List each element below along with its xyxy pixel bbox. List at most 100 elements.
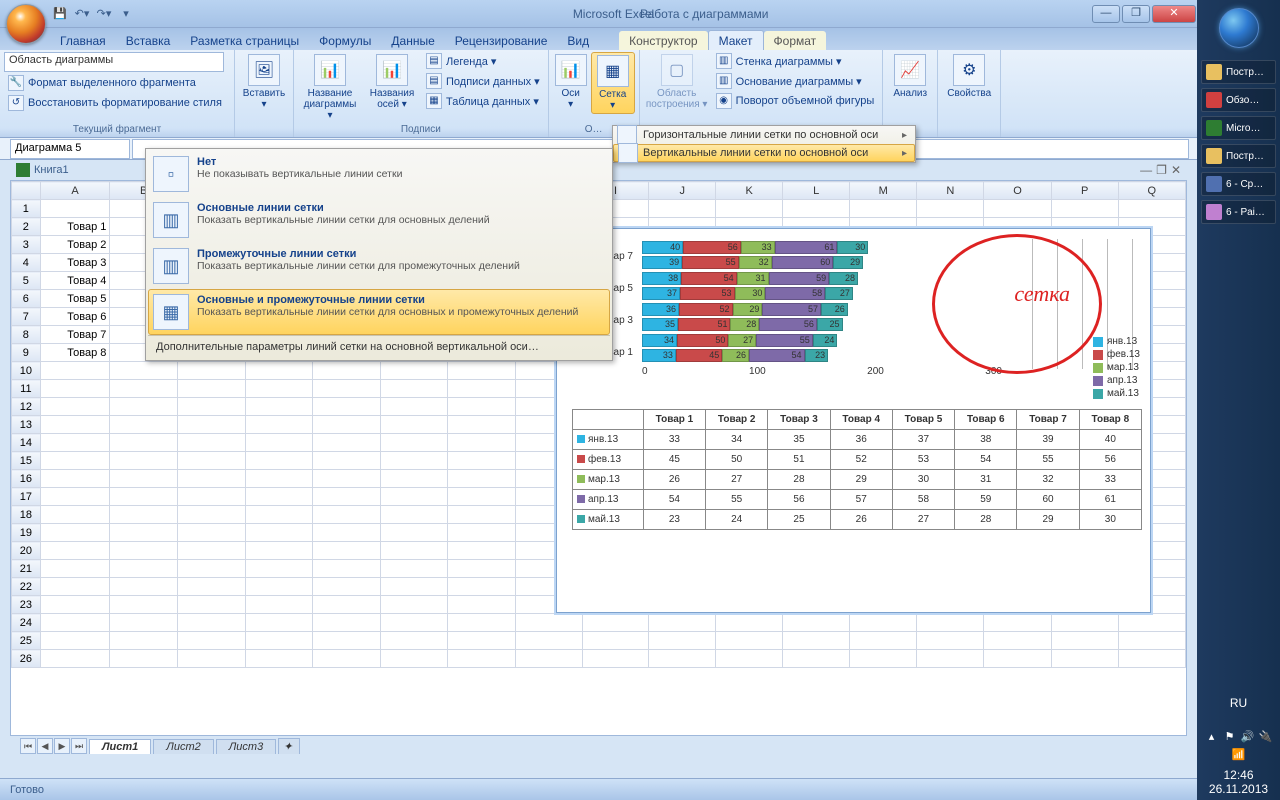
system-tray: RU ▴ ⚑ 🔊 🔌 📶 12:46 26.11.2013 bbox=[1197, 692, 1280, 800]
close-button[interactable]: ✕ bbox=[1152, 5, 1196, 23]
tab-layout[interactable]: Макет bbox=[708, 30, 764, 50]
redo-icon[interactable]: ↷▾ bbox=[94, 5, 114, 23]
axes-button[interactable]: 📊Оси▾ bbox=[553, 52, 589, 112]
undo-icon[interactable]: ↶▾ bbox=[72, 5, 92, 23]
floor-icon: ▥ bbox=[716, 73, 732, 89]
plot-area-icon: ▢ bbox=[661, 54, 693, 86]
legend-icon: ▤ bbox=[426, 53, 442, 69]
insert-button[interactable]: 🖼Вставить▾ bbox=[239, 52, 289, 112]
chart-floor-button[interactable]: ▥Основание диаграммы ▾ bbox=[712, 72, 879, 90]
sheet-nav-next[interactable]: ▶ bbox=[54, 738, 70, 754]
gridlines-button[interactable]: ▦Сетка▾ bbox=[591, 52, 635, 114]
save-icon[interactable]: 💾 bbox=[50, 5, 70, 23]
sheet-tab-3[interactable]: Лист3 bbox=[216, 739, 276, 754]
office-button[interactable] bbox=[6, 4, 46, 44]
ribbon-tabs: Главная Вставка Разметка страницы Формул… bbox=[0, 28, 1197, 50]
sheet-tab-2[interactable]: Лист2 bbox=[153, 739, 213, 754]
start-button[interactable] bbox=[1219, 8, 1259, 48]
chart-wall-button[interactable]: ▥Стенка диаграммы ▾ bbox=[712, 52, 879, 70]
properties-button[interactable]: ⚙Свойства bbox=[942, 52, 996, 101]
data-table-button[interactable]: ▦Таблица данных ▾ bbox=[422, 92, 544, 110]
format-selection-button[interactable]: 🔧Формат выделенного фрагмента bbox=[4, 74, 200, 92]
axes-icon: 📊 bbox=[555, 54, 587, 86]
reset-icon: ↺ bbox=[8, 95, 24, 111]
vertical-gridlines-submenu: ▫НетНе показывать вертикальные линии сет… bbox=[145, 148, 613, 361]
vgrid-major-icon: ▥ bbox=[153, 202, 189, 238]
data-table-icon: ▦ bbox=[426, 93, 442, 109]
taskbar-item[interactable]: Постр… bbox=[1201, 144, 1276, 168]
analysis-icon: 📈 bbox=[894, 54, 926, 86]
workbook-icon bbox=[16, 163, 30, 177]
wb-close[interactable]: ✕ bbox=[1171, 163, 1181, 177]
vgrid-none-icon: ▫ bbox=[153, 156, 189, 192]
group-current-fragment: Текущий фрагмент bbox=[4, 123, 230, 137]
window-controls: — ❐ ✕ bbox=[1091, 5, 1197, 23]
wb-restore[interactable]: ❐ bbox=[1156, 163, 1167, 177]
sheet-tab-new[interactable]: ✦ bbox=[278, 738, 300, 754]
vgrid-minor-icon: ▥ bbox=[153, 248, 189, 284]
insert-icon: 🖼 bbox=[248, 54, 280, 86]
annotation-text: сетка bbox=[1014, 281, 1070, 307]
gridlines-icon: ▦ bbox=[597, 55, 629, 87]
chart-title-icon: 📊 bbox=[314, 54, 346, 86]
language-indicator[interactable]: RU bbox=[1230, 696, 1247, 710]
sheet-nav-prev[interactable]: ◀ bbox=[37, 738, 53, 754]
context-title: Работа с диаграммами bbox=[640, 7, 769, 21]
reset-style-button[interactable]: ↺Восстановить форматирование стиля bbox=[4, 94, 226, 112]
tray-network-icon[interactable]: 📶 bbox=[1232, 748, 1246, 762]
name-box[interactable]: Диаграмма 5 bbox=[10, 139, 130, 159]
taskbar-item[interactable]: Обзо… bbox=[1201, 88, 1276, 112]
vgrid-more-options[interactable]: Дополнительные параметры линий сетки на … bbox=[148, 335, 610, 358]
rotation-icon: ◉ bbox=[716, 93, 732, 109]
tab-data[interactable]: Данные bbox=[381, 31, 444, 50]
group-captions: Подписи bbox=[298, 123, 544, 137]
taskbar-item[interactable]: 6 - Ср… bbox=[1201, 172, 1276, 196]
tray-flag-icon[interactable]: ⚑ bbox=[1223, 730, 1237, 744]
axis-titles-button[interactable]: 📊Названия осей ▾ bbox=[364, 52, 420, 112]
chart-title-button[interactable]: 📊Название диаграммы ▾ bbox=[298, 52, 362, 123]
ribbon: Область диаграммы 🔧Формат выделенного фр… bbox=[0, 50, 1197, 138]
gridlines-horizontal-item[interactable]: Горизонтальные линии сетки по основной о… bbox=[613, 126, 915, 144]
gridlines-menu: Горизонтальные линии сетки по основной о… bbox=[612, 125, 916, 163]
plot-area-button: ▢Область построения ▾ bbox=[644, 52, 710, 112]
taskbar-item[interactable]: Micro… bbox=[1201, 116, 1276, 140]
tab-formulas[interactable]: Формулы bbox=[309, 31, 381, 50]
vgrid-both[interactable]: ▦Основные и промежуточные линии сеткиПок… bbox=[148, 289, 610, 335]
tab-format[interactable]: Формат bbox=[764, 31, 827, 50]
tab-review[interactable]: Рецензирование bbox=[445, 31, 558, 50]
taskbar-item[interactable]: Постр… bbox=[1201, 60, 1276, 84]
data-labels-icon: ▤ bbox=[426, 73, 442, 89]
legend-button[interactable]: ▤Легенда ▾ bbox=[422, 52, 544, 70]
format-icon: 🔧 bbox=[8, 75, 24, 91]
app-title: Microsoft Excel bbox=[136, 7, 1091, 21]
tab-view[interactable]: Вид bbox=[557, 31, 599, 50]
minimize-button[interactable]: — bbox=[1092, 5, 1120, 23]
tab-design[interactable]: Конструктор bbox=[619, 31, 707, 50]
clock[interactable]: 12:46 26.11.2013 bbox=[1201, 768, 1276, 796]
qat-more-icon[interactable]: ▾ bbox=[116, 5, 136, 23]
tray-arrow-icon[interactable]: ▴ bbox=[1205, 730, 1219, 744]
sheet-nav-last[interactable]: ⏭ bbox=[71, 738, 87, 754]
vgrid-minor[interactable]: ▥Промежуточные линии сеткиПоказать верти… bbox=[148, 243, 610, 289]
restore-button[interactable]: ❐ bbox=[1122, 5, 1150, 23]
taskbar-item[interactable]: 6 - Pai… bbox=[1201, 200, 1276, 224]
tray-power-icon[interactable]: 🔌 bbox=[1259, 730, 1273, 744]
data-labels-button[interactable]: ▤Подписи данных ▾ bbox=[422, 72, 544, 90]
chart-element-selector[interactable]: Область диаграммы bbox=[4, 52, 224, 72]
wb-minimize[interactable]: — bbox=[1140, 163, 1152, 177]
sheet-tab-1[interactable]: Лист1 bbox=[89, 739, 151, 754]
chart-legend: янв.13фев.13мар.13апр.13май.13 bbox=[1093, 334, 1140, 401]
tab-page-layout[interactable]: Разметка страницы bbox=[180, 31, 309, 50]
status-bar: Готово bbox=[0, 778, 1197, 800]
tray-volume-icon[interactable]: 🔊 bbox=[1241, 730, 1255, 744]
sheet-nav-first[interactable]: ⏮ bbox=[20, 738, 36, 754]
3d-rotation-button[interactable]: ◉Поворот объемной фигуры bbox=[712, 92, 879, 110]
chart-object[interactable]: Товар 7Товар 5Товар 3Товар 1 40563361303… bbox=[556, 228, 1151, 613]
tab-home[interactable]: Главная bbox=[50, 31, 116, 50]
vgrid-major[interactable]: ▥Основные линии сеткиПоказать вертикальн… bbox=[148, 197, 610, 243]
vgrid-none[interactable]: ▫НетНе показывать вертикальные линии сет… bbox=[148, 151, 610, 197]
analysis-button[interactable]: 📈Анализ bbox=[887, 52, 933, 101]
gridlines-vertical-item[interactable]: Вертикальные линии сетки по основной оси… bbox=[613, 144, 915, 162]
excel-window: 💾 ↶▾ ↷▾ ▾ Microsoft Excel Работа с диагр… bbox=[0, 0, 1197, 800]
tab-insert[interactable]: Вставка bbox=[116, 31, 181, 50]
